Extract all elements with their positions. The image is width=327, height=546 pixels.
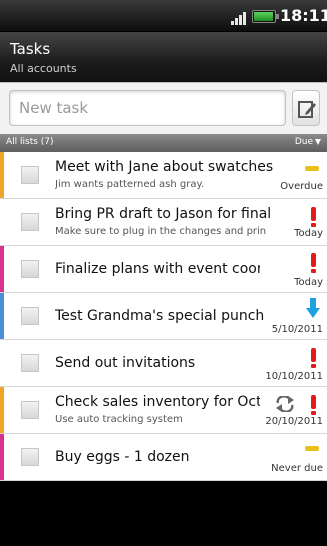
task-due: Today [294, 277, 323, 288]
task-name: Send out invitations [55, 355, 196, 371]
task-list: Meet with Jane about swatches f Jim want… [0, 152, 327, 481]
repeat-icon [276, 396, 294, 412]
empty-area [0, 481, 327, 546]
sort-label: Due [294, 137, 313, 147]
task-checkbox[interactable] [21, 354, 39, 372]
task-name: Finalize plans with event coordina [55, 261, 260, 277]
task-row[interactable]: Bring PR draft to Jason for final ap Mak… [0, 199, 327, 246]
task-note: Jim wants patterned ash gray. [55, 179, 205, 190]
task-checkbox[interactable] [21, 213, 39, 231]
battery-icon [252, 10, 279, 23]
new-task-row [0, 82, 327, 134]
list-header: All lists (7) Due [0, 134, 327, 152]
task-checkbox[interactable] [21, 166, 39, 184]
task-checkbox[interactable] [21, 448, 39, 466]
task-name: Check sales inventory for Octo [55, 394, 260, 410]
task-due: 10/10/2011 [265, 371, 323, 382]
new-task-detail-button[interactable] [292, 90, 320, 126]
task-due: Never due [271, 463, 323, 474]
task-note: Make sure to plug in the changes and pri… [55, 226, 267, 237]
list-color-stripe [0, 152, 4, 198]
task-name: Bring PR draft to Jason for final ap [55, 206, 273, 222]
list-color-stripe [0, 387, 4, 433]
task-name: Test Grandma's special punch [55, 308, 265, 324]
task-due: Today [294, 228, 323, 239]
page-title: Tasks [10, 40, 51, 58]
list-color-stripe [0, 246, 4, 292]
task-due: Overdue [280, 181, 323, 192]
signal-bars-icon [231, 11, 249, 25]
compose-edit-icon [298, 101, 316, 118]
task-checkbox[interactable] [21, 307, 39, 325]
priority-low-icon [306, 298, 320, 318]
app-title-bar: Tasks All accounts [0, 32, 327, 82]
sort-arrow-icon [315, 139, 321, 145]
status-bar: 18:11 [0, 0, 327, 32]
priority-normal-icon [305, 166, 319, 171]
priority-normal-icon [305, 446, 319, 451]
task-due: 5/10/2011 [271, 324, 323, 335]
task-due: 20/10/2011 [265, 416, 323, 427]
account-subtitle: All accounts [10, 62, 77, 75]
task-note: Use auto tracking system [55, 414, 183, 425]
task-row[interactable]: Meet with Jane about swatches f Jim want… [0, 152, 327, 199]
task-row[interactable]: Finalize plans with event coordina Today [0, 246, 327, 293]
list-filter-label[interactable]: All lists (7) [6, 137, 54, 147]
task-row[interactable]: Send out invitations 10/10/2011 [0, 340, 327, 387]
task-checkbox[interactable] [21, 401, 39, 419]
task-checkbox[interactable] [21, 260, 39, 278]
list-color-stripe [0, 434, 4, 480]
task-name: Buy eggs - 1 dozen [55, 449, 190, 465]
task-row[interactable]: Buy eggs - 1 dozen Never due [0, 434, 327, 481]
task-row[interactable]: Test Grandma's special punch 5/10/2011 [0, 293, 327, 340]
sort-due-button[interactable]: Due [295, 137, 321, 147]
task-name: Meet with Jane about swatches f [55, 159, 273, 175]
list-color-stripe [0, 293, 4, 339]
status-clock: 18:11 [280, 6, 327, 25]
new-task-input[interactable] [9, 90, 286, 126]
task-row[interactable]: Check sales inventory for Octo Use auto … [0, 387, 327, 434]
